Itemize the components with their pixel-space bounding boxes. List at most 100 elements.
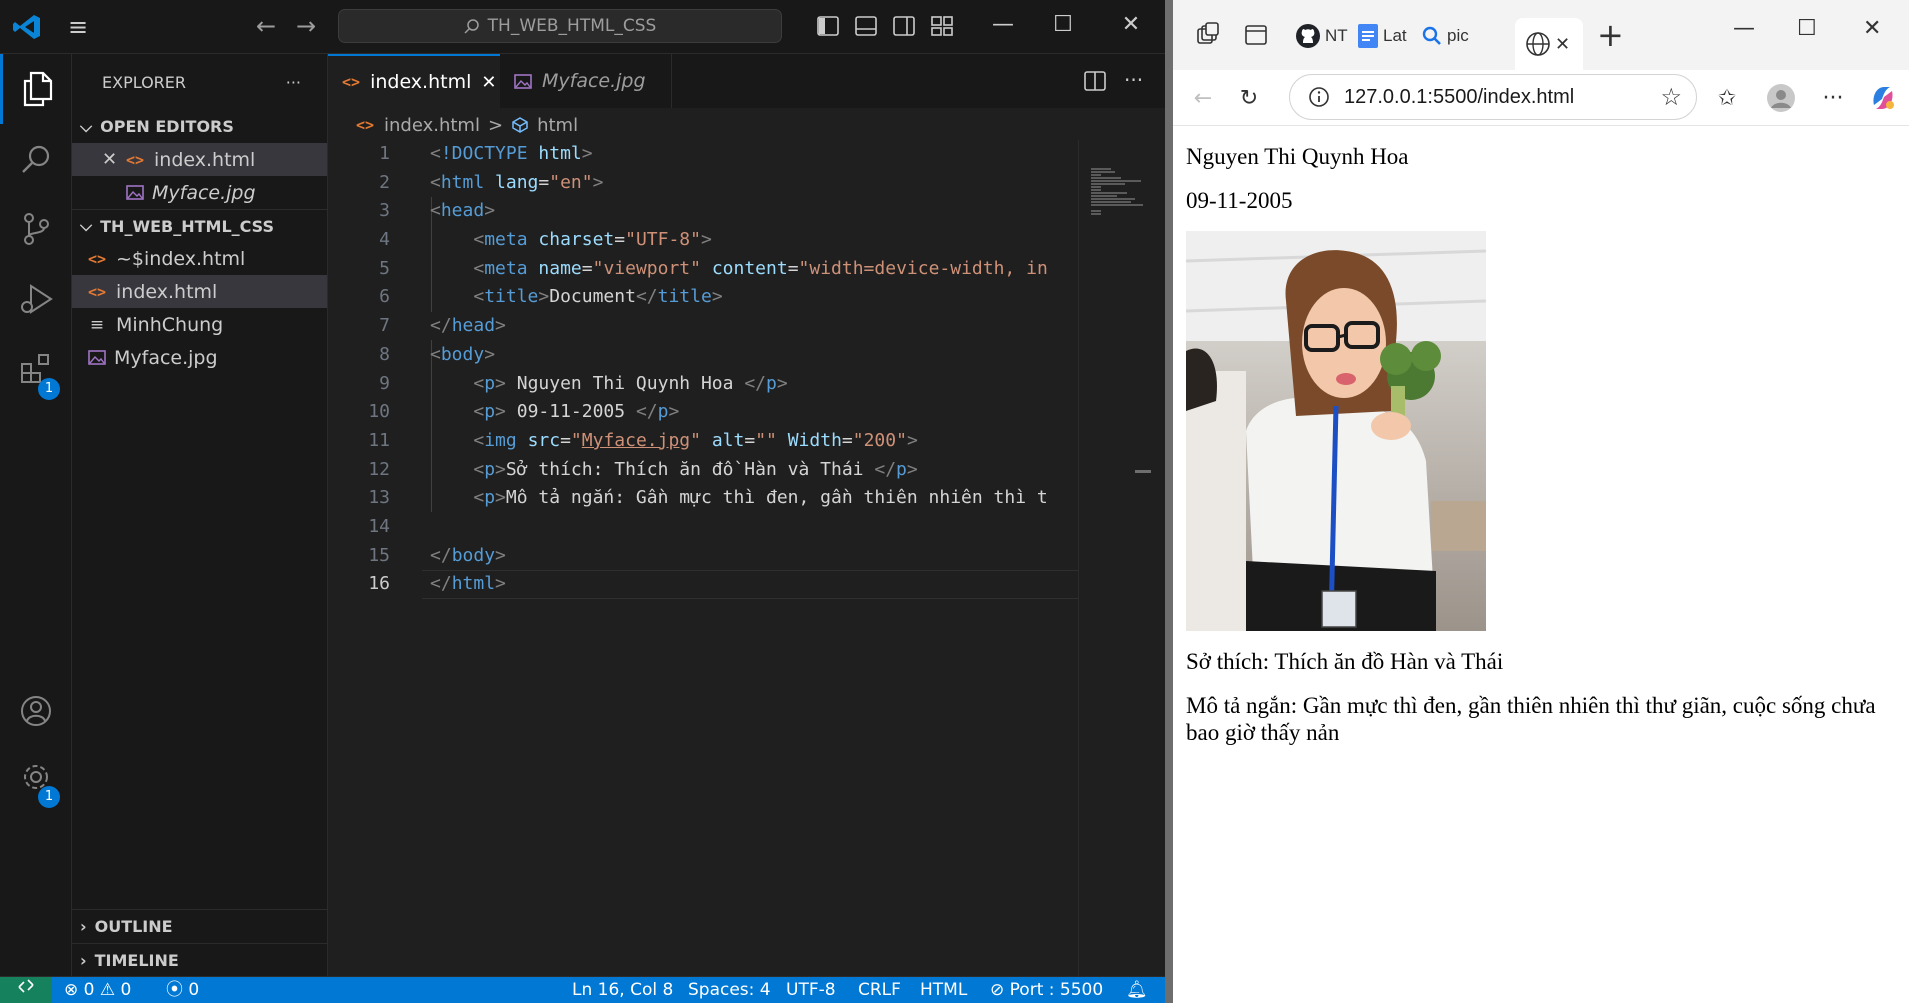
close-icon[interactable]: ✕ [1555, 34, 1570, 55]
minimap[interactable] [1078, 140, 1151, 976]
explorer-activity[interactable] [0, 54, 72, 124]
minimap-line [1091, 201, 1131, 203]
tab-myface-jpg[interactable]: Myface.jpg [500, 54, 672, 108]
toggle-secondary-sidebar-icon[interactable] [892, 14, 916, 38]
timeline-section[interactable]: › TIMELINE [72, 943, 327, 976]
file-item[interactable]: <> index.html [72, 275, 327, 308]
tab-index-html[interactable]: <> index.html ✕ [328, 54, 500, 108]
browser-tab-label: Lat [1383, 26, 1407, 45]
remote-indicator[interactable] [0, 977, 52, 1003]
code-line: 11 <img src="Myface.jpg" alt="" Width="2… [328, 427, 1078, 456]
open-editor-item[interactable]: ✕ <> index.html [72, 143, 327, 176]
line-number: 12 [368, 458, 390, 480]
close-icon[interactable]: ✕ [102, 149, 117, 170]
search-icon [1422, 26, 1441, 45]
code-editor[interactable]: 1 <!DOCTYPE html> 2 <html lang="en"> 3 <hea… [328, 140, 1078, 599]
source-control-activity[interactable] [0, 194, 72, 264]
browser-tab-active[interactable]: ✕ [1515, 18, 1583, 70]
favorites-icon[interactable]: ✩ [1709, 80, 1745, 116]
minimap-line [1091, 183, 1125, 185]
open-editor-name: index.html [154, 148, 256, 171]
source-control-icon [24, 213, 49, 245]
line-number: 14 [368, 515, 390, 537]
maximize-icon[interactable]: ☐ [1797, 16, 1817, 41]
workspaces-icon[interactable] [1195, 22, 1221, 48]
favorite-star-icon[interactable]: ☆ [1660, 83, 1682, 112]
accounts-activity[interactable] [0, 676, 72, 746]
minimize-icon[interactable]: — [1733, 16, 1755, 41]
scrollbar-thumb[interactable] [1135, 470, 1151, 473]
more-actions-icon[interactable]: ··· [1124, 68, 1143, 92]
chevron-right-icon: › [80, 917, 87, 936]
search-activity[interactable] [0, 124, 72, 194]
breadcrumb-symbol[interactable]: html [537, 115, 578, 136]
encoding[interactable]: UTF-8 [786, 977, 836, 1003]
back-arrow-icon[interactable]: ← [252, 12, 280, 40]
tab-label: index.html [370, 71, 472, 93]
code-line: 8 <body> [328, 341, 1078, 370]
toggle-primary-sidebar-icon[interactable] [816, 14, 840, 38]
ports-indicator[interactable]: ⦿ 0 [166, 977, 199, 1003]
image-file-icon [514, 73, 532, 89]
split-editor-icon[interactable] [1084, 70, 1106, 92]
copilot-icon[interactable] [1865, 80, 1901, 116]
more-menu-icon[interactable]: ··· [1815, 80, 1851, 116]
maximize-icon[interactable]: ☐ [1048, 10, 1078, 40]
minimize-icon[interactable]: — [988, 10, 1018, 40]
close-icon[interactable]: ✕ [1863, 16, 1881, 41]
code-token: 09-11-2005 [505, 401, 636, 423]
explorer-title: EXPLORER [102, 72, 186, 92]
close-icon[interactable]: ✕ [1116, 10, 1146, 40]
run-debug-activity[interactable] [0, 264, 72, 334]
line-ending[interactable]: CRLF [858, 977, 901, 1003]
profile-avatar[interactable] [1763, 80, 1799, 116]
language-mode[interactable]: HTML [920, 977, 967, 1003]
open-editor-item[interactable]: Myface.jpg [72, 176, 327, 209]
forward-arrow-icon[interactable]: → [292, 12, 320, 40]
run-debug-icon [21, 284, 53, 314]
line-number: 5 [379, 257, 390, 279]
browser-tab[interactable]: pic [1421, 14, 1469, 58]
file-item[interactable]: Myface.jpg [72, 341, 327, 374]
live-server-port[interactable]: ⊘ Port : 5500 [990, 977, 1103, 1003]
line-number: 2 [379, 171, 390, 193]
code-token: Sở thích: Thích ăn đồ Hàn và Thái [505, 458, 875, 480]
address-bar[interactable]: 127.0.0.1:5500/index.html ☆ [1289, 74, 1697, 120]
command-center[interactable]: TH_WEB_HTML_CSS [338, 9, 782, 43]
toggle-panel-icon[interactable] [854, 14, 878, 38]
url-text: 127.0.0.1:5500/index.html [1344, 85, 1575, 108]
code-line: 15 </body> [328, 542, 1078, 571]
files-icon [23, 71, 52, 107]
browser-tab[interactable]: NT [1295, 14, 1348, 58]
live-server-port-label: Port : 5500 [1009, 980, 1104, 1000]
close-icon[interactable]: ✕ [481, 72, 496, 93]
error-icon: ⊗ [64, 980, 79, 1000]
outline-section[interactable]: › OUTLINE [72, 910, 327, 943]
status-bar: ⊗ 0 ⚠ 0 ⦿ 0 Ln 16, Col 8 Spaces: 4 UTF-8… [0, 976, 1165, 1003]
breadcrumb-file[interactable]: index.html [384, 115, 480, 136]
notifications-bell-icon[interactable]: 🔔︎ [1126, 977, 1148, 1003]
back-arrow-icon[interactable]: ← [1185, 80, 1221, 116]
open-editors-section[interactable]: ⌵ OPEN EDITORS [72, 110, 327, 143]
cursor-position[interactable]: Ln 16, Col 8 [572, 977, 673, 1003]
indentation[interactable]: Spaces: 4 [688, 977, 771, 1003]
menu-icon[interactable]: ≡ [68, 15, 94, 39]
customize-layout-icon[interactable] [930, 14, 954, 38]
search-icon [22, 145, 50, 173]
browser-tab[interactable]: Lat [1357, 14, 1407, 58]
file-item[interactable]: ≡ MinhChung [72, 308, 327, 341]
refresh-icon[interactable]: ↻ [1231, 80, 1267, 116]
code-token: html [538, 143, 582, 164]
file-item[interactable]: <> ~$index.html [72, 242, 327, 275]
folder-section[interactable]: ⌵ TH_WEB_HTML_CSS [72, 209, 327, 242]
tab-actions-icon[interactable] [1243, 22, 1269, 48]
code-token: meta [484, 257, 528, 279]
code-token: charset [538, 229, 615, 251]
explorer-more-icon[interactable]: ··· [286, 73, 301, 92]
problems-indicator[interactable]: ⊗ 0 ⚠ 0 [64, 977, 131, 1003]
extensions-activity[interactable]: 1 [0, 334, 72, 404]
info-icon[interactable] [1308, 86, 1330, 108]
manage-activity[interactable]: 1 [0, 742, 72, 812]
new-tab-icon[interactable]: + [1597, 16, 1624, 54]
code-link[interactable]: Myface.jpg [582, 430, 690, 451]
